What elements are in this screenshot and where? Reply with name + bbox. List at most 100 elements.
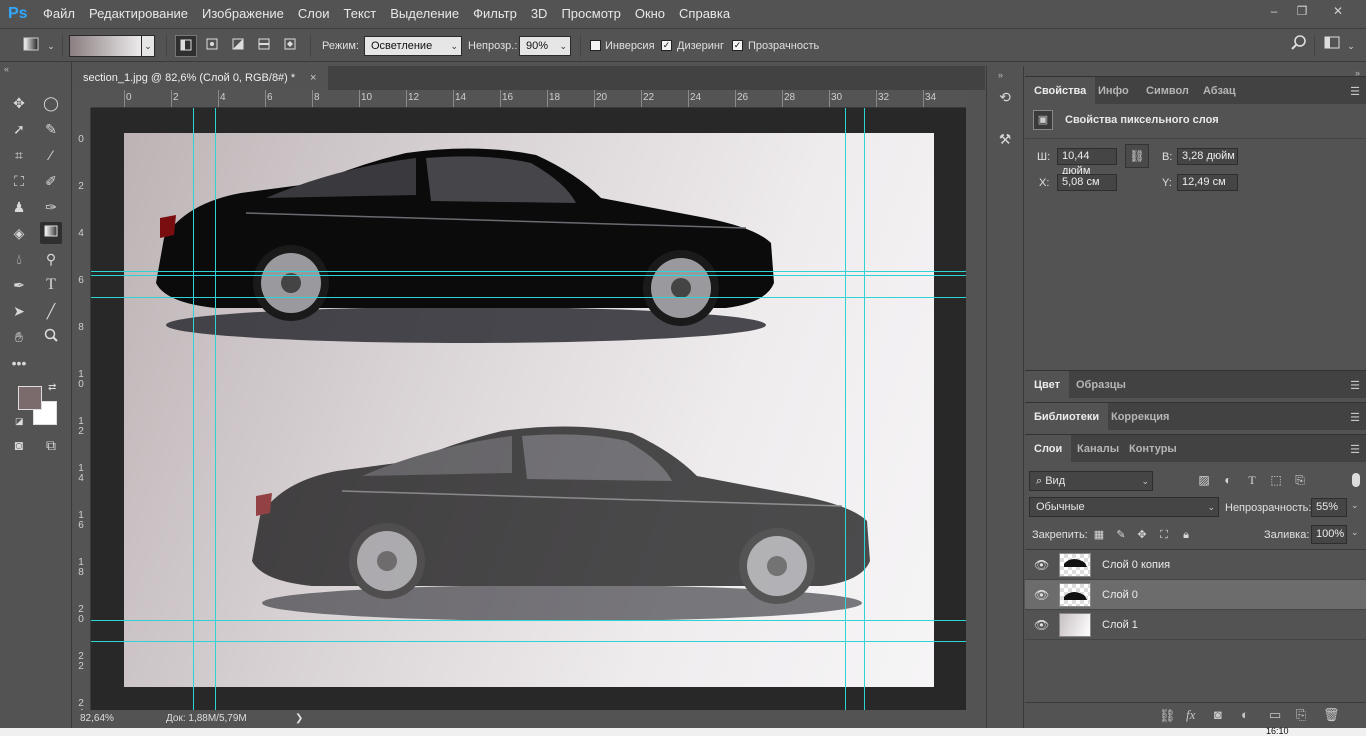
canvas-workspace[interactable] — [91, 108, 966, 710]
guide-horizontal[interactable] — [91, 271, 966, 272]
visibility-eye-icon[interactable]: 👁︎ — [1034, 618, 1049, 632]
expand-panels-icon[interactable]: » — [998, 70, 1003, 80]
brush-tool-icon[interactable]: ✐ — [40, 170, 62, 192]
screen-mode-icon[interactable]: ⧉ — [40, 434, 62, 456]
chevron-down-icon[interactable]: ⌄ — [1340, 35, 1362, 57]
default-colors-icon[interactable]: ◪ — [15, 416, 24, 427]
adjustment-layer-icon[interactable]: ◐ — [1241, 707, 1249, 722]
tab-swatches[interactable]: Образцы — [1067, 371, 1135, 399]
blend-mode-select[interactable]: Обычные ⌄ — [1029, 497, 1219, 517]
fill-field[interactable]: 100% — [1311, 525, 1347, 544]
crop-tool-icon[interactable]: ⌗ — [8, 144, 30, 166]
clone-stamp-icon[interactable]: ♟ — [8, 196, 30, 218]
document-canvas[interactable] — [124, 133, 934, 687]
guide-horizontal[interactable] — [91, 620, 966, 621]
new-group-icon[interactable]: ▭ — [1269, 707, 1281, 723]
eyedropper-icon[interactable]: ⁄ — [40, 144, 62, 166]
layer-row-selected[interactable]: 👁︎ Слой 0 — [1025, 580, 1366, 610]
status-menu-arrow-icon[interactable]: ❯ — [295, 710, 303, 728]
opacity-field[interactable]: 90% ⌄ — [519, 36, 571, 56]
linear-gradient-icon[interactable] — [175, 35, 197, 57]
menu-layer[interactable]: Слои — [291, 0, 337, 28]
filter-pixel-icon[interactable]: ▨ — [1193, 469, 1215, 491]
type-tool-icon[interactable]: T — [40, 274, 62, 296]
menu-filter[interactable]: Фильтр — [466, 0, 524, 28]
panel-menu-icon[interactable]: ☰ — [1350, 443, 1360, 456]
zoom-level[interactable]: 82,64% — [80, 710, 114, 728]
close-window-icon[interactable]: ✕ — [1328, 4, 1348, 20]
layer-row[interactable]: 👁︎ Слой 0 копия — [1025, 550, 1366, 580]
lock-transparent-icon[interactable]: ▦ — [1088, 524, 1110, 546]
line-tool-icon[interactable]: ╱ — [40, 300, 62, 322]
guide-horizontal[interactable] — [91, 641, 966, 642]
height-field[interactable]: 3,28 дюйм — [1177, 148, 1238, 165]
gradient-tool-preset-icon[interactable] — [20, 35, 42, 57]
tool-presets-panel-icon[interactable]: ⚒ — [994, 128, 1016, 150]
add-mask-icon[interactable]: ◙ — [1214, 707, 1222, 722]
filter-shape-icon[interactable]: ⬚ — [1265, 469, 1287, 491]
lock-all-icon[interactable]: 🔒︎ — [1175, 524, 1197, 546]
visibility-eye-icon[interactable]: 👁︎ — [1034, 558, 1049, 572]
tab-paths[interactable]: Контуры — [1120, 435, 1186, 463]
menu-window[interactable]: Окно — [628, 0, 672, 28]
search-icon[interactable] — [1288, 35, 1310, 57]
collapse-arrows-icon[interactable]: « — [4, 64, 9, 74]
lock-position-icon[interactable]: ✥ — [1131, 524, 1153, 546]
diamond-gradient-icon[interactable] — [279, 35, 301, 57]
visibility-eye-icon[interactable]: 👁︎ — [1034, 588, 1049, 602]
panel-menu-icon[interactable]: ☰ — [1350, 85, 1360, 98]
tab-layers[interactable]: Слои — [1025, 435, 1072, 463]
layer-name[interactable]: Слой 1 — [1102, 610, 1138, 640]
tab-paragraph[interactable]: Абзац — [1194, 77, 1245, 105]
tab-adjustments[interactable]: Коррекция — [1102, 403, 1178, 431]
move-tool-icon[interactable]: ✥ — [8, 92, 30, 114]
x-field[interactable]: 5,08 см — [1057, 174, 1117, 191]
path-selection-icon[interactable]: ➤ — [8, 300, 30, 322]
quick-selection-icon[interactable]: ✎ — [40, 118, 62, 140]
more-tools-icon[interactable]: ••• — [8, 352, 30, 374]
radial-gradient-icon[interactable] — [201, 35, 223, 57]
zoom-tool-icon[interactable] — [40, 326, 62, 348]
link-layers-icon[interactable]: ⛓ — [1159, 708, 1176, 724]
document-tab[interactable]: section_1.jpg @ 82,6% (Слой 0, RGB/8#) *… — [73, 66, 328, 90]
pen-tool-icon[interactable]: ✒ — [8, 274, 30, 296]
lasso-tool-icon[interactable]: ➚ — [8, 118, 30, 140]
layer-filter-select[interactable]: ⌕ Вид ⌄ — [1029, 471, 1153, 491]
gradient-tool-icon[interactable] — [40, 222, 62, 244]
swap-colors-icon[interactable]: ⇄ — [48, 382, 56, 393]
tab-properties[interactable]: Свойства — [1025, 77, 1096, 105]
menu-3d[interactable]: 3D — [524, 0, 555, 28]
healing-brush-icon[interactable]: ⛶ — [8, 170, 30, 192]
lock-artboard-icon[interactable]: ⛶ — [1153, 524, 1175, 546]
guide-horizontal[interactable] — [91, 275, 966, 276]
chevron-down-icon[interactable]: ⌄ — [1351, 500, 1359, 511]
filter-type-icon[interactable]: T — [1241, 469, 1263, 491]
layer-row[interactable]: 👁︎ Слой 1 — [1025, 610, 1366, 640]
fx-icon[interactable]: fx — [1186, 707, 1195, 723]
panel-menu-icon[interactable]: ☰ — [1350, 411, 1360, 424]
transparency-checkbox[interactable]: ✓ — [732, 40, 743, 51]
history-brush-icon[interactable]: ✑ — [40, 196, 62, 218]
menu-view[interactable]: Просмотр — [554, 0, 627, 28]
vertical-ruler[interactable]: 024681012141618202224 — [73, 108, 91, 710]
filter-toggle[interactable] — [1352, 473, 1360, 487]
lock-image-icon[interactable]: ✎ — [1110, 524, 1132, 546]
tab-libraries[interactable]: Библиотеки — [1025, 403, 1109, 431]
hand-tool-icon[interactable]: ✋︎ — [8, 326, 30, 348]
blur-tool-icon[interactable]: 💧︎ — [8, 248, 30, 270]
history-panel-icon[interactable]: ⟲ — [994, 86, 1016, 108]
tab-character[interactable]: Символ — [1137, 77, 1198, 105]
panel-menu-icon[interactable]: ☰ — [1350, 379, 1360, 392]
menu-type[interactable]: Текст — [337, 0, 384, 28]
chevron-down-icon[interactable]: ⌄ — [40, 35, 62, 57]
elliptical-marquee-icon[interactable]: ◯ — [40, 92, 62, 114]
chevron-down-icon[interactable]: ⌄ — [1351, 527, 1359, 538]
close-tab-icon[interactable]: × — [310, 66, 316, 90]
mode-select[interactable]: Осветление ⌄ — [364, 36, 462, 56]
menu-edit[interactable]: Редактирование — [82, 0, 195, 28]
link-icon[interactable]: ⛓ — [1125, 144, 1149, 168]
dodge-tool-icon[interactable]: ⚲ — [40, 248, 62, 270]
minimize-icon[interactable]: – — [1264, 4, 1284, 20]
y-field[interactable]: 12,49 см — [1177, 174, 1238, 191]
layer-name[interactable]: Слой 0 копия — [1102, 550, 1170, 580]
